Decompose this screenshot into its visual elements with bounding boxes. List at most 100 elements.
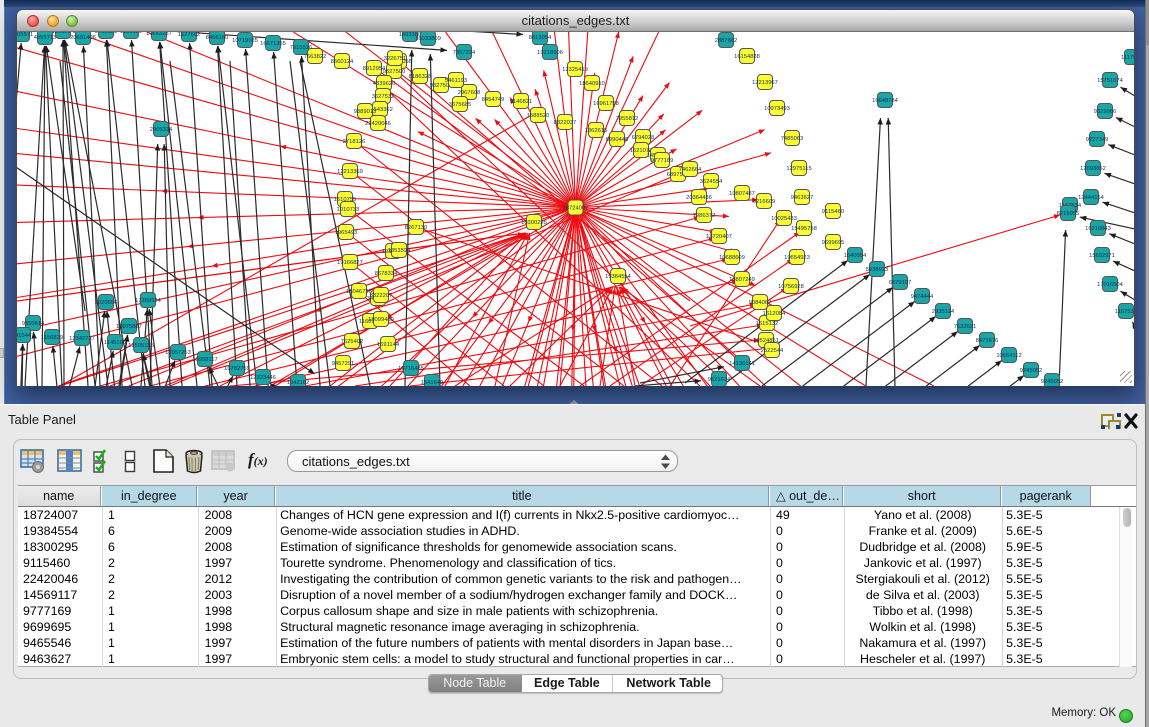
svg-text:1156829: 1156829	[41, 335, 63, 341]
svg-text:1965493: 1965493	[335, 230, 358, 236]
svg-text:10719185: 10719185	[232, 38, 258, 44]
svg-text:1042162: 1042162	[287, 380, 310, 386]
svg-text:8267130: 8267130	[405, 225, 428, 231]
svg-text:12975115: 12975115	[786, 166, 811, 172]
svg-text:19166827: 19166827	[337, 260, 363, 266]
svg-text:4339620: 4339620	[373, 81, 396, 87]
svg-text:1353594: 1353594	[388, 248, 411, 254]
svg-text:6794028: 6794028	[632, 135, 655, 141]
svg-text:2005571: 2005571	[17, 32, 33, 38]
svg-text:15716485: 15716485	[398, 366, 424, 372]
svg-text:15495758: 15495758	[791, 226, 817, 232]
svg-text:19654923: 19654923	[784, 255, 810, 261]
svg-text:7632621: 7632621	[954, 324, 977, 330]
svg-text:7485063: 7485063	[781, 136, 804, 142]
svg-text:8678334: 8678334	[375, 271, 398, 277]
svg-text:1615132: 1615132	[756, 321, 779, 327]
svg-text:1156829: 1156829	[120, 32, 142, 35]
svg-text:8215955: 8215955	[1057, 211, 1080, 217]
svg-text:12323446: 12323446	[250, 375, 276, 381]
svg-text:8466160: 8466160	[206, 35, 229, 41]
svg-text:9227349: 9227349	[1086, 137, 1109, 143]
svg-text:20691406: 20691406	[70, 35, 96, 41]
svg-text:1145193: 1145193	[104, 340, 126, 346]
svg-text:6879197: 6879197	[889, 280, 912, 286]
svg-text:17957253: 17957253	[165, 350, 191, 356]
svg-text:10975887: 10975887	[116, 324, 142, 330]
svg-text:9699695: 9699695	[822, 240, 845, 246]
svg-text:18099489: 18099489	[368, 317, 394, 323]
svg-text:1527602: 1527602	[178, 32, 201, 38]
svg-text:2967608: 2967608	[458, 90, 481, 96]
svg-text:17016504: 17016504	[1097, 282, 1124, 288]
svg-text:3627532: 3627532	[372, 94, 395, 100]
svg-text:2718126: 2718126	[343, 139, 366, 145]
svg-text:16961758: 16961758	[593, 101, 619, 107]
svg-text:2935114: 2935114	[932, 309, 955, 315]
svg-text:12325419: 12325419	[562, 67, 588, 73]
svg-text:17359934: 17359934	[135, 298, 162, 304]
svg-text:12213369: 12213369	[337, 169, 363, 175]
svg-text:2020656: 2020656	[95, 300, 118, 306]
svg-text:1167534: 1167534	[1115, 309, 1134, 315]
svg-text:9777169: 9777169	[651, 158, 674, 164]
svg-text:7663822: 7663822	[304, 54, 327, 60]
svg-text:6216609: 6216609	[753, 199, 776, 205]
svg-text:9084067: 9084067	[749, 300, 772, 306]
svg-text:7955812: 7955812	[616, 116, 639, 122]
svg-text:9350614: 9350614	[22, 321, 45, 327]
svg-text:5461193: 5461193	[445, 78, 467, 84]
svg-text:9329966: 9329966	[1094, 109, 1117, 115]
svg-text:12444154: 12444154	[1078, 195, 1105, 201]
svg-text:18640910: 18640910	[579, 81, 605, 87]
svg-text:2905334: 2905334	[150, 127, 173, 133]
svg-text:10654112: 10654112	[996, 353, 1021, 359]
svg-text:8813054: 8813054	[529, 35, 552, 41]
svg-text:9827500: 9827500	[383, 69, 406, 75]
svg-text:9474444: 9474444	[911, 294, 934, 300]
svg-text:8990448: 8990448	[606, 137, 629, 143]
svg-text:16154838: 16154838	[734, 54, 760, 60]
svg-text:16210643: 16210643	[1085, 226, 1111, 232]
svg-text:1117534: 1117534	[1121, 55, 1134, 61]
svg-text:12213967: 12213967	[752, 80, 778, 86]
svg-text:9463621: 9463621	[95, 32, 118, 35]
svg-text:10025433: 10025433	[771, 216, 797, 222]
svg-text:1612084: 1612084	[763, 311, 786, 317]
svg-text:16671355: 16671355	[260, 41, 286, 47]
svg-text:9463627: 9463627	[791, 195, 814, 201]
svg-text:9146821: 9146821	[510, 99, 533, 105]
svg-text:8186328: 8186328	[409, 74, 432, 80]
svg-text:10807487: 10807487	[729, 191, 755, 197]
svg-text:10973493: 10973493	[764, 106, 790, 112]
svg-text:3675685: 3675685	[449, 102, 472, 108]
svg-text:7357224: 7357224	[453, 50, 476, 56]
svg-text:10688609: 10688609	[719, 255, 745, 261]
svg-text:12505135: 12505135	[128, 343, 154, 349]
svg-text:3226751: 3226751	[384, 56, 407, 62]
svg-text:9457291: 9457291	[332, 361, 355, 367]
svg-text:9389013: 9389013	[354, 109, 377, 115]
svg-text:1691144: 1691144	[377, 342, 400, 348]
svg-text:7462664: 7462664	[679, 167, 702, 173]
svg-text:4055713: 4055713	[34, 35, 57, 41]
svg-text:9245052: 9245052	[1020, 368, 1043, 374]
svg-text:1640954: 1640954	[844, 253, 867, 259]
svg-text:19218506: 19218506	[537, 50, 563, 56]
svg-text:1541649: 1541649	[421, 380, 444, 386]
svg-text:15751074: 15751074	[1097, 78, 1124, 84]
svg-text:8322207: 8322207	[370, 293, 393, 299]
svg-text:9245052: 9245052	[1041, 379, 1064, 385]
svg-text:15692971: 15692971	[1089, 253, 1115, 259]
svg-text:8322037: 8322037	[554, 120, 577, 126]
svg-text:22420046: 22420046	[365, 121, 391, 127]
svg-text:8912954: 8912954	[363, 66, 386, 72]
svg-text:12342737: 12342737	[69, 336, 95, 342]
svg-text:16648784: 16648784	[872, 98, 899, 104]
svg-text:16782759: 16782759	[224, 366, 250, 372]
svg-text:14136141: 14136141	[729, 361, 755, 367]
svg-text:2887682: 2887682	[715, 38, 738, 44]
svg-text:3624554: 3624554	[700, 179, 723, 185]
svg-text:19384554: 19384554	[605, 274, 632, 280]
svg-text:10756928: 10756928	[778, 284, 804, 290]
